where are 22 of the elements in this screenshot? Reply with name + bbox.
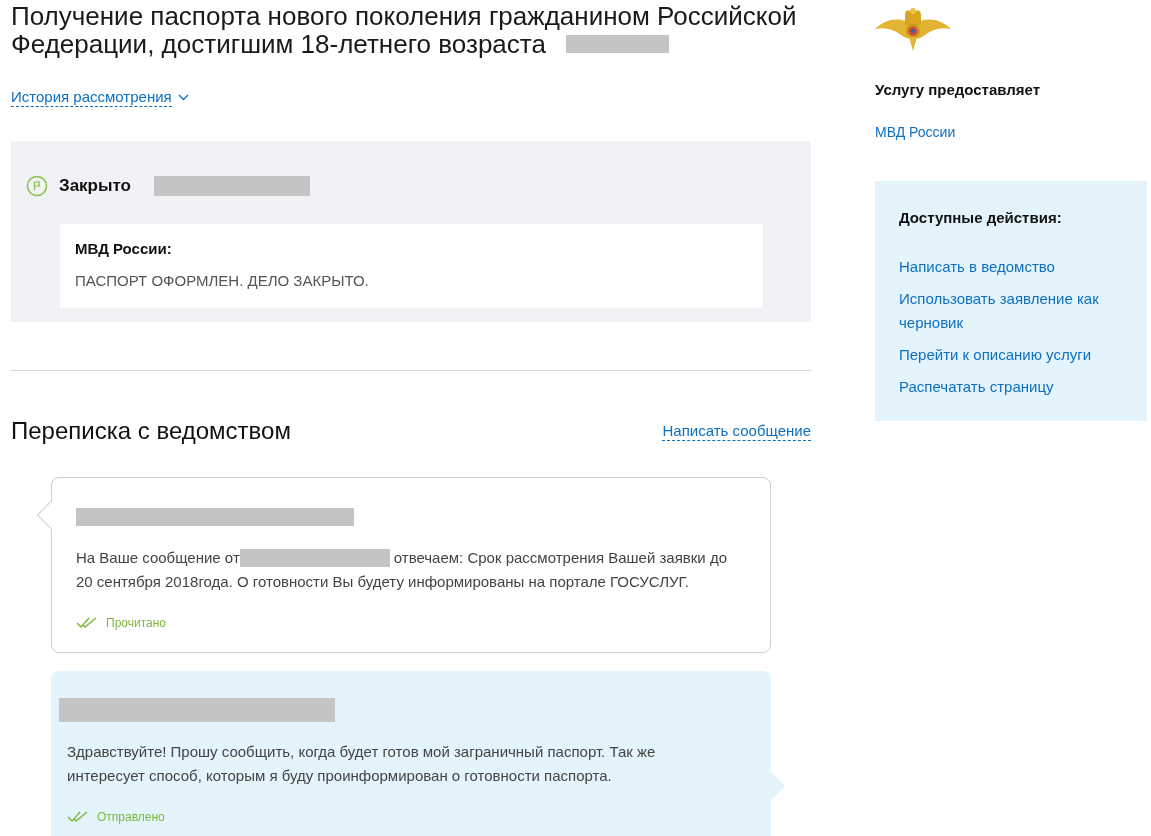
- chevron-down-icon[interactable]: [177, 94, 189, 101]
- action-link[interactable]: Перейти к описанию услуги: [899, 343, 1131, 367]
- action-link[interactable]: Распечатать страницу: [899, 375, 1131, 399]
- provider-label: Услугу предоставляет: [875, 80, 1042, 100]
- message-text: Здравствуйте! Прошу сообщить, когда будет готов мой заграничный паспорт. Так же интересует способ, которым я буду проинформирован о готовности паспорта.: [67, 741, 657, 786]
- comment-text: ПАСПОРТ ОФОРМЛЕН. ДЕЛО ЗАКРЫТО.: [75, 271, 370, 291]
- double-check-icon: [67, 810, 89, 823]
- section-heading: Переписка с ведомством: [11, 417, 291, 445]
- message-status: Прочитано: [106, 615, 166, 632]
- history-link[interactable]: История рассмотрения: [11, 88, 172, 107]
- action-link[interactable]: Использовать заявление как черновик: [899, 287, 1131, 335]
- message-status: Отправлено: [97, 808, 165, 826]
- provider-link[interactable]: МВД России: [875, 121, 1147, 143]
- action-link[interactable]: Написать в ведомство: [899, 255, 1131, 279]
- write-message-link[interactable]: Написать сообщение: [662, 422, 811, 441]
- actions-title: Доступные действия:: [899, 207, 1063, 228]
- status-label: Закрыто: [59, 175, 131, 197]
- message-text: На Ваше сообщение от отвечаем: Срок рассмотрения Вашей заявки до 20 сентября 2018года. О готовности Вы будету информированы на портале ГОСУСЛУГ.: [76, 547, 728, 592]
- page-title: Получение паспорта нового поколения гражданином Российской Федерации, достигшим 18-летнего возраста: [11, 2, 798, 58]
- comment-author: МВД России:: [75, 238, 173, 259]
- double-check-icon: [76, 617, 98, 629]
- flag-circle-icon: [26, 174, 48, 197]
